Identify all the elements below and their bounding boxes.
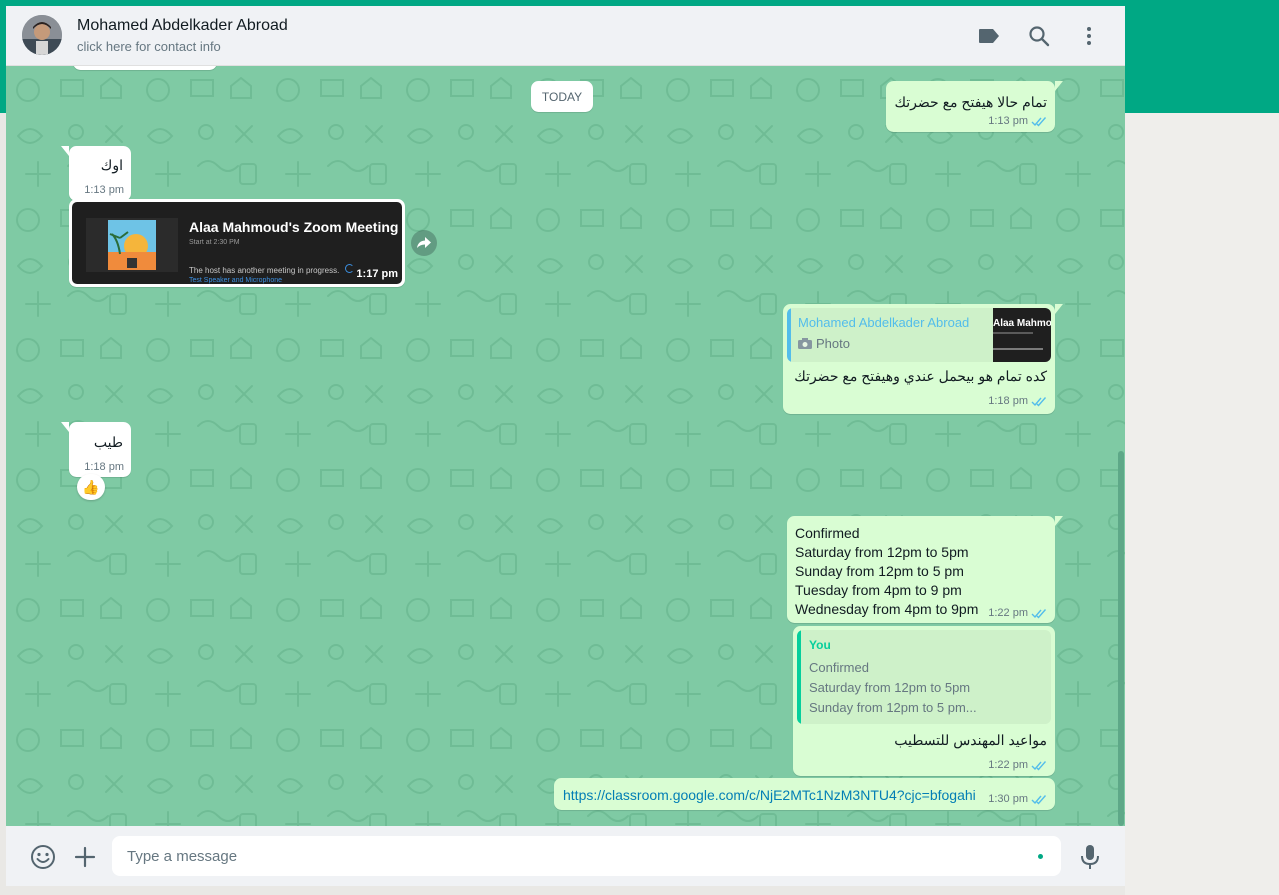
quote-photo-thumbnail: Alaa Mahmou bbox=[993, 308, 1051, 362]
thumbnail-line bbox=[993, 348, 1043, 350]
message-time: 1:30 pm bbox=[988, 793, 1047, 805]
zoom-meeting-notice: The host has another meeting in progress… bbox=[189, 266, 340, 275]
microphone-icon[interactable] bbox=[1078, 843, 1102, 871]
bubble-tail bbox=[1055, 516, 1063, 526]
image-time: 1:17 pm bbox=[356, 268, 398, 280]
message-text: تمام حالا هيفتح مع حضرتك bbox=[894, 94, 1047, 110]
message-bubble-incoming[interactable]: طيب 1:18 pm bbox=[61, 422, 131, 477]
double-check-read-icon bbox=[1031, 396, 1047, 407]
message-time: 1:18 pm bbox=[988, 395, 1047, 407]
quote-photo-label: Photo bbox=[816, 336, 850, 351]
quote-author: You bbox=[809, 638, 831, 652]
message-composer bbox=[6, 826, 1125, 886]
forward-icon[interactable] bbox=[411, 230, 437, 256]
message-bubble-outgoing-reply[interactable]: You Confirmed Saturday from 12pm to 5pm … bbox=[793, 626, 1055, 776]
double-check-read-icon bbox=[1031, 760, 1047, 771]
chat-header[interactable]: Mohamed Abdelkader Abroad click here for… bbox=[6, 6, 1125, 66]
message-time: 1:22 pm bbox=[988, 759, 1047, 771]
attach-plus-icon[interactable] bbox=[73, 845, 97, 869]
label-icon[interactable] bbox=[977, 24, 1001, 48]
quoted-message[interactable]: Mohamed Abdelkader Abroad Photo Alaa Mah… bbox=[787, 308, 1051, 362]
double-check-read-icon bbox=[1031, 794, 1047, 805]
zoom-meeting-title: Alaa Mahmoud's Zoom Meeting bbox=[189, 219, 399, 235]
message-bubble-outgoing[interactable]: تمام حالا هيفتح مع حضرتك 1:13 pm bbox=[886, 81, 1063, 132]
right-background-pane bbox=[1125, 113, 1279, 895]
message-line: Tuesday from 4pm to 9 pm bbox=[795, 582, 962, 598]
loading-spinner-icon bbox=[345, 264, 354, 273]
camera-icon bbox=[798, 338, 812, 349]
double-check-read-icon bbox=[1031, 116, 1047, 127]
quote-line: Sunday from 12pm to 5 pm... bbox=[809, 700, 977, 715]
contact-info-hint[interactable]: click here for contact info bbox=[77, 39, 221, 54]
message-line: Saturday from 12pm to 5pm bbox=[795, 544, 969, 560]
quoted-message[interactable]: You Confirmed Saturday from 12pm to 5pm … bbox=[797, 630, 1051, 724]
bubble-tail bbox=[61, 146, 69, 156]
message-line: Confirmed bbox=[795, 525, 860, 541]
bubble-tail bbox=[61, 422, 69, 432]
image-message-bubble[interactable]: Alaa Mahmoud's Zoom Meeting Start at 2:3… bbox=[69, 199, 405, 287]
message-text: كده تمام هو بيحمل عندي وهيفتح مع حضرتك bbox=[794, 368, 1047, 384]
thumbnail-line bbox=[993, 332, 1033, 334]
zoom-test-speaker-link: Test Speaker and Microphone bbox=[189, 277, 282, 284]
quote-thumbnail-text: Alaa Mahmou bbox=[993, 318, 1051, 329]
reaction-thumbs-up-icon[interactable]: 👍 bbox=[77, 474, 105, 500]
double-check-read-icon bbox=[1031, 608, 1047, 619]
emoji-icon[interactable] bbox=[30, 844, 56, 870]
quote-accent-bar bbox=[787, 308, 791, 362]
contact-name[interactable]: Mohamed Abdelkader Abroad bbox=[77, 17, 288, 35]
message-bubble-outgoing-reply[interactable]: Mohamed Abdelkader Abroad Photo Alaa Mah… bbox=[783, 304, 1063, 414]
message-text-lines: Confirmed Saturday from 12pm to 5pm Sund… bbox=[795, 524, 978, 619]
image-thumbnail-frame bbox=[86, 218, 178, 272]
message-text: مواعيد المهندس للتسطيب bbox=[894, 732, 1047, 748]
zoom-logo-image bbox=[108, 220, 156, 270]
contact-avatar[interactable] bbox=[22, 15, 62, 55]
zoom-meeting-start: Start at 2:30 PM bbox=[189, 239, 240, 246]
partial-message-bubble bbox=[73, 66, 217, 70]
message-time: 1:18 pm bbox=[84, 461, 124, 473]
zoom-meeting-screenshot-image[interactable]: Alaa Mahmoud's Zoom Meeting Start at 2:3… bbox=[72, 202, 402, 284]
quote-author: Mohamed Abdelkader Abroad bbox=[798, 315, 970, 330]
message-line: Sunday from 12pm to 5 pm bbox=[795, 563, 964, 579]
message-text: اوك bbox=[100, 157, 123, 173]
message-line: Wednesday from 4pm to 9pm bbox=[795, 601, 979, 617]
message-bubble-incoming[interactable]: اوك 1:13 pm bbox=[61, 146, 131, 201]
message-time: 1:13 pm bbox=[84, 184, 124, 196]
quote-accent-bar bbox=[797, 630, 801, 724]
chat-window: Mohamed Abdelkader Abroad click here for… bbox=[6, 6, 1125, 886]
quote-content: Confirmed Saturday from 12pm to 5pm Sund… bbox=[809, 658, 977, 718]
menu-dots-icon[interactable] bbox=[1077, 24, 1101, 48]
message-input[interactable] bbox=[127, 836, 1007, 876]
message-link[interactable]: https://classroom.google.com/c/NjE2MTc1N… bbox=[563, 787, 976, 803]
message-time: 1:22 pm bbox=[988, 607, 1047, 619]
date-divider: TODAY bbox=[531, 81, 593, 112]
message-text: طيب bbox=[93, 434, 123, 450]
status-dot-icon bbox=[1038, 854, 1043, 859]
message-input-box[interactable] bbox=[112, 836, 1061, 876]
quote-line: Confirmed bbox=[809, 660, 869, 675]
message-bubble-outgoing[interactable]: Confirmed Saturday from 12pm to 5pm Sund… bbox=[787, 516, 1063, 623]
chat-messages-area[interactable]: TODAY تمام حالا هيفتح مع حضرتك 1:13 pm ا… bbox=[6, 66, 1125, 826]
quote-content: Photo bbox=[798, 336, 850, 351]
quote-line: Saturday from 12pm to 5pm bbox=[809, 680, 971, 695]
chat-scrollbar[interactable] bbox=[1118, 451, 1124, 826]
message-bubble-outgoing-link[interactable]: https://classroom.google.com/c/NjE2MTc1N… bbox=[554, 778, 1055, 810]
bubble-tail bbox=[1055, 304, 1063, 314]
bubble-tail bbox=[1055, 81, 1063, 91]
search-icon[interactable] bbox=[1027, 24, 1051, 48]
message-time: 1:13 pm bbox=[988, 115, 1047, 127]
